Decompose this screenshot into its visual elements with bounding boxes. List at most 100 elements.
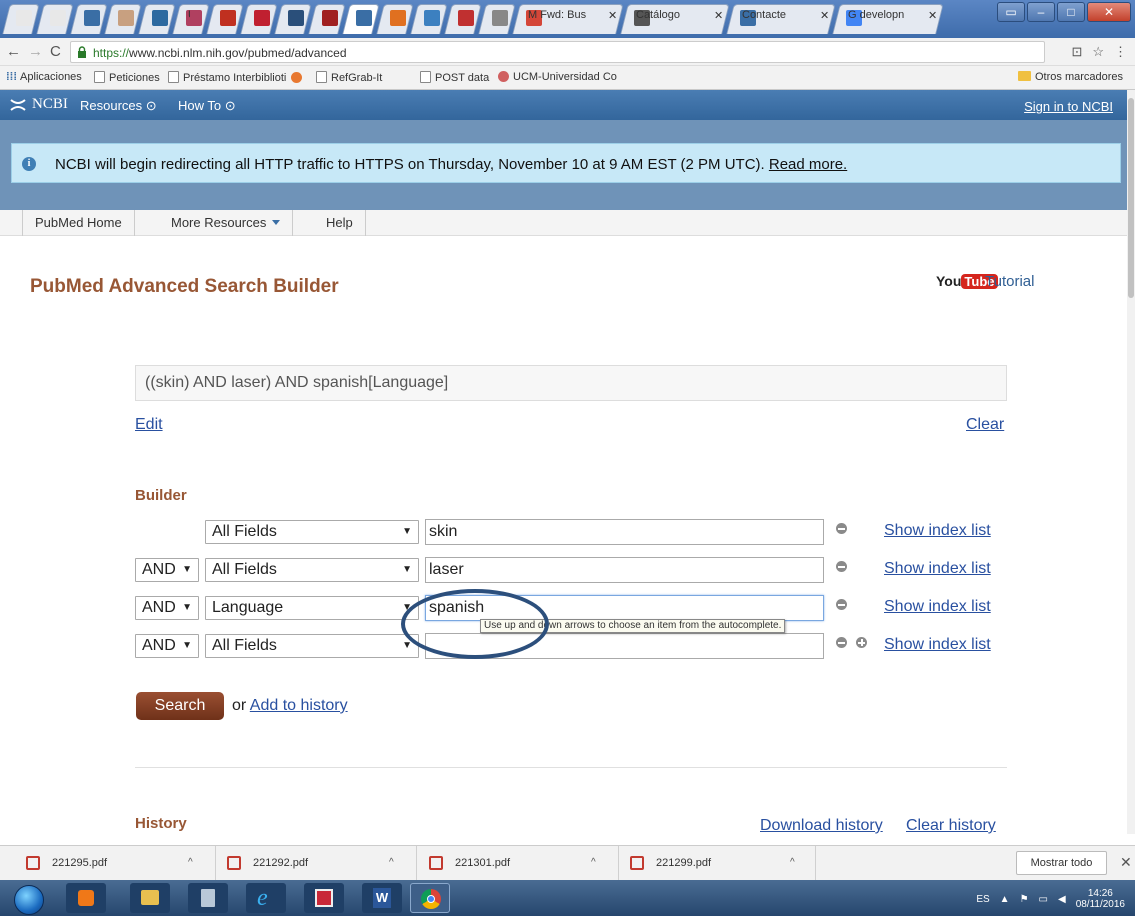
bookmark-apps[interactable]: ⁞⁞⁞ Aplicaciones <box>6 71 82 83</box>
back-icon[interactable]: ← <box>6 43 21 60</box>
remove-row-icon[interactable] <box>836 523 847 534</box>
howto-menu[interactable]: How To ⊙ <box>178 98 236 114</box>
window-controls: ▭ – □ ✕ <box>997 2 1131 22</box>
bookmark-item[interactable]: Préstamo Interbiblioti <box>168 71 286 84</box>
clear-history-link[interactable]: Clear history <box>906 817 996 835</box>
show-index-list-link[interactable]: Show index list <box>884 636 991 654</box>
annotation-ellipse <box>401 589 549 659</box>
pubmed-home-link[interactable]: PubMed Home <box>22 210 135 236</box>
read-more-link[interactable]: Read more. <box>769 156 847 173</box>
tab-close-icon[interactable]: ✕ <box>608 9 617 22</box>
search-button[interactable]: Search <box>136 692 224 720</box>
media-player-icon[interactable] <box>66 883 106 913</box>
clock-time: 14:26 <box>1087 888 1113 899</box>
favicon-icon <box>356 10 372 26</box>
show-index-list-link[interactable]: Show index list <box>884 560 991 578</box>
translate-icon[interactable]: ⊡ <box>1071 44 1082 60</box>
pdf-icon <box>227 856 241 870</box>
clock-date: 08/11/2016 <box>1075 899 1125 910</box>
bookmark-item[interactable]: UCM-Universidad Co <box>498 71 617 83</box>
remove-row-icon[interactable] <box>836 599 847 610</box>
operator-select[interactable]: AND ▼ <box>135 634 199 658</box>
more-resources-menu[interactable]: More Resources <box>159 210 294 236</box>
minimize-icon[interactable]: – <box>1027 2 1055 22</box>
start-button[interactable] <box>14 885 44 915</box>
pdf-icon <box>429 856 443 870</box>
close-icon[interactable]: ✕ <box>1120 854 1132 871</box>
favicon-icon <box>424 10 440 26</box>
volume-icon[interactable]: ◀ <box>1058 894 1066 905</box>
flag-icon[interactable]: ⚑ <box>1020 894 1029 905</box>
term-input[interactable]: laser <box>425 557 824 583</box>
operator-select[interactable]: AND ▼ <box>135 558 199 582</box>
bookmark-label: RefGrab-It <box>331 72 383 84</box>
bookmark-item[interactable]: POST data <box>420 71 489 84</box>
download-item[interactable]: 221295.pdf ^ <box>26 846 216 881</box>
term-input[interactable]: skin <box>425 519 824 545</box>
chevron-up-icon[interactable]: ^ <box>591 857 596 868</box>
close-window-button[interactable]: ✕ <box>1087 2 1131 22</box>
https-alert: i NCBI will begin redirecting all HTTP t… <box>11 143 1121 183</box>
download-history-link[interactable]: Download history <box>760 817 883 835</box>
show-all-downloads-button[interactable]: Mostrar todo <box>1016 851 1107 875</box>
bookmark-other[interactable]: Otros marcadores <box>1018 71 1123 83</box>
operator-select[interactable]: AND ▼ <box>135 596 199 620</box>
language-indicator[interactable]: ES <box>976 894 989 905</box>
chrome-icon[interactable] <box>410 883 450 913</box>
bookmark-label: UCM-Universidad Co <box>513 71 617 83</box>
download-item[interactable]: 221292.pdf ^ <box>227 846 417 881</box>
resources-menu[interactable]: Resources ⊙ <box>80 98 157 114</box>
pdf-icon <box>26 856 40 870</box>
url-input[interactable]: https://www.ncbi.nlm.nih.gov/pubmed/adva… <box>70 41 1045 63</box>
field-select[interactable]: Language ▼ <box>205 596 419 620</box>
add-row-icon[interactable] <box>856 637 867 648</box>
scrollbar-thumb[interactable] <box>1128 98 1134 298</box>
tab-label: Catálogo <box>636 9 681 21</box>
forward-icon[interactable]: → <box>28 43 43 60</box>
star-icon[interactable]: ☆ <box>1092 44 1104 60</box>
download-item[interactable]: 221301.pdf ^ <box>429 846 619 881</box>
address-bar: ← → C https://www.ncbi.nlm.nih.gov/pubme… <box>0 38 1135 66</box>
sign-in-link[interactable]: Sign in to NCBI <box>1024 99 1113 114</box>
paint-icon[interactable] <box>304 883 344 913</box>
help-link[interactable]: Help <box>314 210 366 236</box>
chevron-up-icon[interactable]: ^ <box>790 857 795 868</box>
query-box[interactable]: ((skin) AND laser) AND spanish[Language] <box>135 365 1007 401</box>
field-select[interactable]: All Fields ▼ <box>205 634 419 658</box>
chevron-up-icon[interactable]: ^ <box>188 857 193 868</box>
bookmark-item[interactable]: Peticiones <box>94 71 160 84</box>
field-select[interactable]: All Fields ▼ <box>205 558 419 582</box>
field-select[interactable]: All Fields ▼ <box>205 520 419 544</box>
tutorial-link[interactable]: Tutorial <box>985 273 1034 290</box>
internet-explorer-icon[interactable]: e <box>246 883 286 913</box>
url-text: https://www.ncbi.nlm.nih.gov/pubmed/adva… <box>93 46 347 60</box>
chevron-down-icon: ⊙ <box>145 98 157 113</box>
tab-close-icon[interactable]: ✕ <box>714 9 723 22</box>
add-to-history-link[interactable]: Add to history <box>250 697 348 714</box>
clear-link[interactable]: Clear <box>966 416 1004 434</box>
tab-close-icon[interactable]: ✕ <box>820 9 829 22</box>
ncbi-helix-icon <box>10 99 26 111</box>
remove-row-icon[interactable] <box>836 561 847 572</box>
bookmark-item[interactable]: RefGrab-It <box>291 71 382 84</box>
network-icon[interactable]: ▭ <box>1039 894 1048 905</box>
word-icon[interactable]: W <box>362 883 402 913</box>
tab-close-icon[interactable]: ✕ <box>928 9 937 22</box>
show-index-list-link[interactable]: Show index list <box>884 598 991 616</box>
apps-grid-icon: ⁞⁞⁞ <box>6 71 21 83</box>
show-hidden-icons-icon[interactable]: ▲ <box>1000 894 1010 905</box>
chevron-up-icon[interactable]: ^ <box>389 857 394 868</box>
download-item[interactable]: 221299.pdf ^ <box>630 846 816 881</box>
restore-icon[interactable]: ▭ <box>997 2 1025 22</box>
clock[interactable]: 14:26 08/11/2016 <box>1076 888 1125 910</box>
show-index-list-link[interactable]: Show index list <box>884 522 991 540</box>
remove-row-icon[interactable] <box>836 637 847 648</box>
ncbi-logo[interactable]: NCBI <box>32 96 68 113</box>
explorer-icon[interactable] <box>130 883 170 913</box>
calculator-icon[interactable] <box>188 883 228 913</box>
edit-link[interactable]: Edit <box>135 416 163 434</box>
menu-icon[interactable]: ⋮ <box>1114 44 1127 60</box>
field-select-value: All Fields <box>212 523 277 540</box>
maximize-icon[interactable]: □ <box>1057 2 1085 22</box>
reload-icon[interactable]: C <box>50 43 61 60</box>
